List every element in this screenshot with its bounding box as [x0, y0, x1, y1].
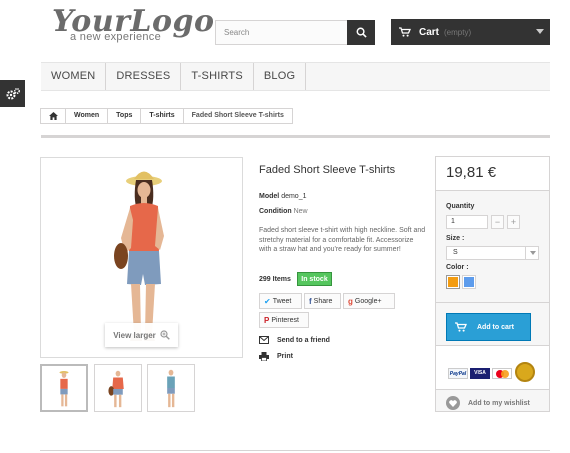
secure-badge-icon	[515, 362, 535, 382]
tweet-label: Tweet	[272, 297, 292, 305]
add-to-cart-label: Add to cart	[477, 323, 514, 331]
cart-label: Cart	[419, 26, 440, 38]
pinterest-icon: P	[264, 315, 270, 325]
cart-icon	[399, 27, 411, 37]
thumbnail[interactable]	[147, 364, 195, 412]
model-value: demo_1	[281, 193, 307, 200]
product-model: Model demo_1	[259, 193, 306, 200]
cart-status: (empty)	[444, 27, 472, 37]
quantity-plus-button[interactable]: +	[507, 215, 520, 229]
breadcrumb-item[interactable]: Tops	[108, 109, 142, 123]
thumbnail-image	[59, 371, 69, 407]
thumbnail-image	[108, 370, 124, 408]
tweet-button[interactable]: ✔ Tweet	[259, 293, 302, 309]
wishlist-link[interactable]: Add to my wishlist	[446, 396, 530, 410]
quantity-label: Quantity	[446, 203, 475, 210]
menu-item-tshirts[interactable]: T-shirts	[181, 63, 254, 90]
quantity-minus-button[interactable]: −	[491, 215, 504, 229]
send-to-friend-link[interactable]: Send to a friend	[259, 336, 330, 344]
product-condition: Condition New	[259, 208, 308, 215]
paypal-logo: PayPal	[448, 368, 468, 379]
share-label: Share	[313, 297, 333, 305]
print-label: Print	[277, 353, 293, 360]
search-input[interactable]: Search	[215, 20, 347, 45]
quantity-input[interactable]: 1	[446, 215, 488, 229]
condition-value: New	[293, 208, 308, 215]
wishlist-label: Add to my wishlist	[468, 399, 530, 407]
breadcrumb-home[interactable]	[41, 109, 66, 123]
twitter-icon: ✔	[264, 296, 271, 306]
zoom-icon	[160, 330, 170, 340]
search-button[interactable]	[347, 20, 375, 45]
thumbnail[interactable]	[94, 364, 142, 412]
menu-item-blog[interactable]: Blog	[254, 63, 307, 90]
color-label: Color :	[446, 264, 469, 271]
facebook-icon: f	[309, 296, 312, 306]
view-larger-button[interactable]: View larger	[105, 323, 178, 347]
cart-button[interactable]: Cart (empty)	[391, 19, 550, 45]
menu-item-women[interactable]: Women	[41, 63, 107, 90]
divider	[40, 450, 550, 451]
product-price: 19,81 €	[446, 164, 497, 181]
logo-tagline: a new experience	[70, 31, 162, 43]
pinterest-label: Pinterest	[271, 316, 299, 324]
visa-logo: VISA	[470, 368, 490, 379]
view-larger-label: View larger	[113, 330, 156, 340]
envelope-icon	[259, 336, 269, 344]
menu-item-dresses[interactable]: Dresses	[106, 63, 182, 90]
condition-label: Condition	[259, 208, 292, 215]
color-swatch-orange[interactable]	[446, 275, 460, 289]
main-menu: Women Dresses T-shirts Blog	[41, 62, 550, 91]
google-plus-icon: g	[348, 296, 353, 306]
pinterest-button[interactable]: P Pinterest	[259, 312, 309, 328]
chevron-down-icon[interactable]	[525, 247, 539, 259]
breadcrumb: Women Tops T-shirts Faded Short Sleeve T…	[40, 108, 293, 124]
thumbnail[interactable]	[40, 364, 88, 412]
product-title: Faded Short Sleeve T-shirts	[259, 164, 396, 176]
product-description: Faded short sleeve t-shirt with high nec…	[259, 227, 426, 253]
stock-badge: In stock	[297, 272, 332, 286]
breadcrumb-item[interactable]: T-shirts	[141, 109, 184, 123]
divider	[41, 135, 550, 138]
add-to-cart-button[interactable]: Add to cart	[446, 313, 531, 341]
chevron-down-icon	[536, 29, 544, 34]
thumbnail-image	[167, 369, 175, 408]
print-link[interactable]: Print	[259, 352, 293, 361]
heart-icon	[446, 396, 460, 410]
model-label: Model	[259, 193, 280, 200]
print-icon	[259, 352, 269, 361]
google-plus-label: Google+	[354, 297, 382, 305]
search-icon	[356, 27, 367, 38]
breadcrumb-current: Faded Short Sleeve T-shirts	[191, 112, 284, 119]
breadcrumb-item[interactable]: Women	[66, 109, 109, 123]
google-plus-button[interactable]: g Google+	[343, 293, 395, 309]
settings-toggle[interactable]	[0, 80, 25, 107]
payment-logos: PayPal VISA	[436, 346, 549, 390]
home-icon	[48, 112, 58, 120]
mastercard-logo	[492, 368, 512, 379]
send-to-friend-label: Send to a friend	[277, 336, 330, 344]
quantity-available: 299 Items	[259, 276, 291, 283]
color-swatch-blue[interactable]	[462, 275, 476, 289]
share-button[interactable]: f Share	[304, 293, 341, 309]
size-label: Size :	[446, 235, 465, 242]
gear-icon	[6, 87, 20, 99]
cart-icon	[455, 322, 467, 332]
